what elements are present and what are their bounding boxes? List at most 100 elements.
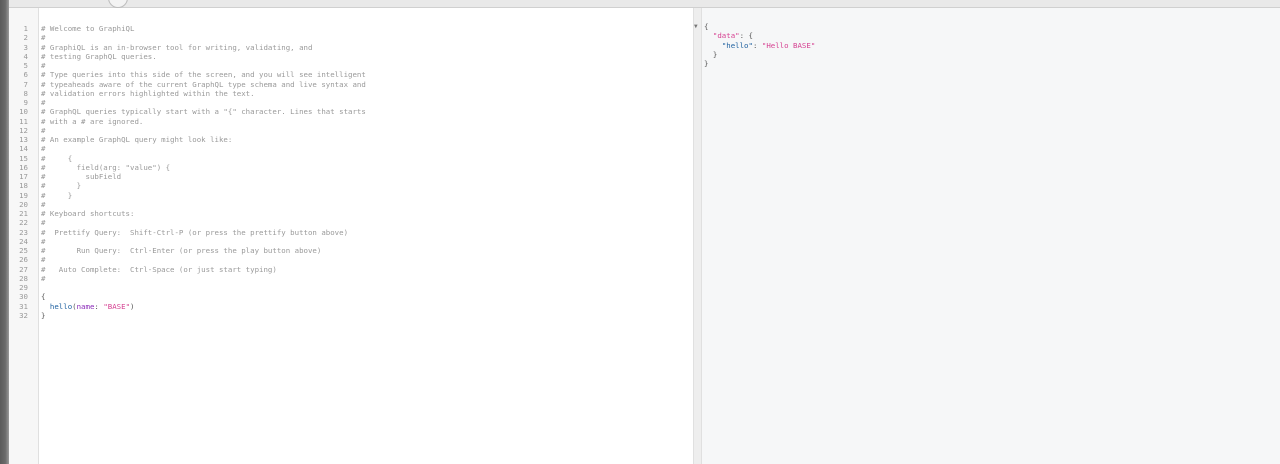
code-line[interactable]: 1 # Welcome to GraphiQL xyxy=(9,24,693,33)
line-number: 7 xyxy=(23,79,28,89)
code-line[interactable]: 22 # xyxy=(9,218,693,227)
code-line[interactable]: 26 # xyxy=(9,255,693,264)
line-text: # xyxy=(41,236,46,246)
code-line[interactable]: 7 # typeaheads aware of the current Graph… xyxy=(9,80,693,89)
result-line-4: } xyxy=(704,50,815,59)
line-text: # testing GraphQL queries. xyxy=(41,51,157,61)
code-line[interactable]: 16 # field(arg: "value") { xyxy=(9,163,693,172)
code-line[interactable]: 2 # xyxy=(9,33,693,42)
line-number: 24 xyxy=(19,236,28,246)
result-line-3: "hello": "Hello BASE" xyxy=(721,40,816,50)
code-line[interactable]: 23 # Prettify Query: Shift-Ctrl-P (or pre… xyxy=(9,228,693,237)
toolbar-button-partial[interactable] xyxy=(108,0,128,8)
code-line[interactable]: 21 # Keyboard shortcuts: xyxy=(9,209,693,218)
line-number: 1 xyxy=(23,24,28,33)
query-editor[interactable]: 1 # Welcome to GraphiQL 2 #3 # GraphiQL is a… xyxy=(9,8,693,464)
line-number: 19 xyxy=(19,190,28,200)
line-text: # GraphiQL is an in-browser tool for wri… xyxy=(41,42,313,52)
line-number: 30 xyxy=(19,292,28,302)
line-text: # with a # are ignored. xyxy=(41,116,144,126)
graphiql-window: 1 # Welcome to GraphiQL 2 #3 # GraphiQL is a… xyxy=(0,0,1280,464)
line-text: # xyxy=(41,61,46,70)
result-line-2: "data": { xyxy=(712,31,753,41)
code-line[interactable]: 30 { xyxy=(9,292,693,301)
query-field-line: hello(name: "BASE") xyxy=(49,301,135,311)
line-text: # xyxy=(41,255,46,265)
line-number: 29 xyxy=(19,283,28,292)
line-number: 12 xyxy=(19,125,28,135)
line-number: 31 xyxy=(19,301,28,311)
line-text: } xyxy=(41,310,46,320)
code-line[interactable]: 18 # } xyxy=(9,181,693,190)
code-line[interactable]: 13 # An example GraphQL query might look … xyxy=(9,135,693,144)
query-arg-name: name xyxy=(76,301,95,311)
line-number: 2 xyxy=(23,33,28,43)
triangle-down-icon[interactable]: ▼ xyxy=(694,23,698,30)
code-line[interactable]: 6 # Type queries into this side of the sc… xyxy=(9,70,693,79)
hello-key: "hello" xyxy=(721,40,753,50)
line-number: 21 xyxy=(19,209,28,218)
result-line-1: { xyxy=(704,22,815,31)
line-number: 28 xyxy=(19,273,28,283)
line-number: 26 xyxy=(19,255,28,265)
line-number: 14 xyxy=(19,144,28,154)
line-text: # Keyboard shortcuts: xyxy=(41,209,135,218)
result-code: { "data": { "hello": "Hello BASE" } } xyxy=(704,22,815,68)
line-number: 25 xyxy=(19,246,28,255)
code-line[interactable]: 20 # xyxy=(9,200,693,209)
line-text: # xyxy=(41,273,46,283)
code-line[interactable]: 10 # GraphQL queries typically start with… xyxy=(9,107,693,116)
code-line[interactable]: 9 # xyxy=(9,98,693,107)
code-line[interactable]: 3 # GraphiQL is an in-browser tool for wr… xyxy=(9,43,693,52)
code-line[interactable]: 29 xyxy=(9,283,693,292)
line-text: # Welcome to GraphiQL xyxy=(41,24,135,33)
result-viewer: ▼ { "data": { "hello": "Hello BASE" } } xyxy=(694,8,1280,464)
line-text: # xyxy=(41,144,46,154)
code-line[interactable]: 24 # xyxy=(9,237,693,246)
line-number: 9 xyxy=(23,98,28,107)
code-line[interactable]: 32} xyxy=(9,311,693,320)
hello-value: "Hello BASE" xyxy=(761,40,816,50)
line-text: # { xyxy=(41,153,73,163)
line-text: # An example GraphQL query might look li… xyxy=(41,135,233,144)
line-number: 6 xyxy=(23,70,28,80)
code-line[interactable]: 8 # validation errors highlighted within … xyxy=(9,89,693,98)
line-text: # typeaheads aware of the current GraphQ… xyxy=(41,79,366,89)
code-line[interactable]: 15 # { xyxy=(9,154,693,163)
code-line[interactable]: 28 # xyxy=(9,274,693,283)
line-number: 22 xyxy=(19,218,28,228)
line-text: # xyxy=(41,98,46,107)
line-text: # Prettify Query: Shift-Ctrl-P (or press… xyxy=(41,227,349,237)
code-line[interactable]: 14 # xyxy=(9,144,693,153)
line-text: # } xyxy=(41,190,73,200)
code-line[interactable]: 17 # subField xyxy=(9,172,693,181)
code-line[interactable]: 27 # Auto Complete: Ctrl-Space (or just s… xyxy=(9,265,693,274)
code-line[interactable]: 19 # } xyxy=(9,191,693,200)
line-text: # xyxy=(41,33,46,43)
code-line[interactable]: 31 hello(name: "BASE") xyxy=(9,302,693,311)
query-code[interactable]: 1 # Welcome to GraphiQL 2 #3 # GraphiQL is a… xyxy=(9,24,693,320)
close-brace: } xyxy=(704,59,709,68)
code-line[interactable]: 4 # testing GraphQL queries. xyxy=(9,52,693,61)
line-number: 8 xyxy=(23,88,28,98)
line-number: 27 xyxy=(19,264,28,274)
data-key: "data" xyxy=(712,31,740,41)
line-text: # GraphQL queries typically start with a… xyxy=(41,107,366,117)
line-number: 3 xyxy=(23,42,28,52)
line-text: # } xyxy=(41,181,82,191)
line-number: 13 xyxy=(19,135,28,144)
line-text: # xyxy=(41,199,46,209)
code-line[interactable]: 5 # xyxy=(9,61,693,70)
code-line[interactable]: 11 # with a # are ignored. xyxy=(9,117,693,126)
line-text: # Auto Complete: Ctrl-Space (or just sta… xyxy=(41,264,277,274)
line-text: # validation errors highlighted within t… xyxy=(41,88,255,98)
pane-divider[interactable] xyxy=(693,8,702,464)
line-number: 11 xyxy=(19,116,28,126)
line-text: # xyxy=(41,125,46,135)
code-line[interactable]: 25 # Run Query: Ctrl-Enter (or press the … xyxy=(9,246,693,255)
inner-close-brace: } xyxy=(712,49,718,59)
line-number: 10 xyxy=(19,107,28,117)
line-number: 15 xyxy=(19,153,28,163)
code-line[interactable]: 12 # xyxy=(9,126,693,135)
line-number: 17 xyxy=(19,172,28,181)
